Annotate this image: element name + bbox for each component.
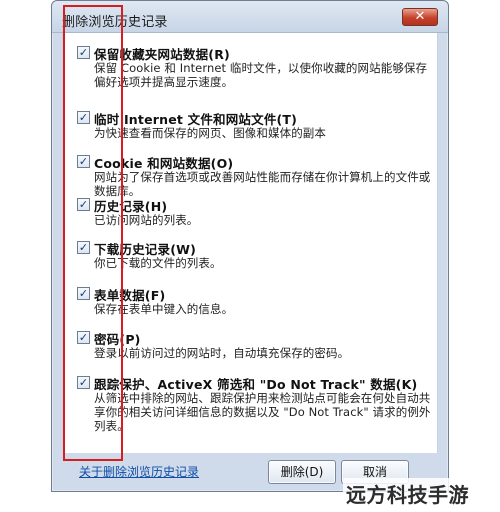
about-delete-history-link[interactable]: 关于删除浏览历史记录 — [79, 463, 199, 480]
delete-browsing-history-dialog: 删除浏览历史记录 ✕ ✓ 保留收藏夹网站数据(R) 保留 Cookie 和 In… — [51, 0, 449, 492]
title-bar: 删除浏览历史记录 ✕ — [52, 1, 448, 33]
keep-favorites-checkbox[interactable]: ✓ — [77, 46, 90, 59]
option-description: 已访问网站的列表。 — [94, 213, 199, 227]
delete-button[interactable]: 删除(D) — [268, 460, 336, 484]
download-history-checkbox[interactable]: ✓ — [77, 241, 90, 254]
cookies-checkbox[interactable]: ✓ — [77, 155, 90, 168]
close-button[interactable]: ✕ — [402, 8, 438, 26]
options-panel: ✓ 保留收藏夹网站数据(R) 保留 Cookie 和 Internet 临时文件… — [62, 33, 438, 453]
option-description: 从筛选中排除的网站、跟踪保护用来检测站点可能会在何处自动共享你的相关访问详细信息… — [94, 391, 431, 433]
dialog-title: 删除浏览历史记录 — [62, 15, 168, 30]
passwords-checkbox[interactable]: ✓ — [77, 331, 90, 344]
option-description: 你已下载的文件的列表。 — [94, 256, 222, 270]
option-description: 保留 Cookie 和 Internet 临时文件，以使你收藏的网站能够保存偏好… — [94, 61, 428, 89]
temp-files-checkbox[interactable]: ✓ — [77, 111, 90, 124]
option-description: 登录以前访问过的网站时，自动填充保存的密码。 — [94, 346, 350, 360]
option-description: 网站为了保存首选项或改善网站性能而存储在你计算机上的文件或数据库。 — [94, 170, 431, 198]
close-icon: ✕ — [414, 9, 426, 24]
history-checkbox[interactable]: ✓ — [77, 198, 90, 211]
option-description: 为快速查看而保存的网页、图像和媒体的副本 — [94, 126, 326, 140]
tracking-protection-checkbox[interactable]: ✓ — [77, 376, 90, 389]
watermark-text: 远方科技手游 — [343, 478, 472, 510]
form-data-checkbox[interactable]: ✓ — [77, 287, 90, 300]
option-description: 保存在表单中键入的信息。 — [94, 302, 234, 316]
